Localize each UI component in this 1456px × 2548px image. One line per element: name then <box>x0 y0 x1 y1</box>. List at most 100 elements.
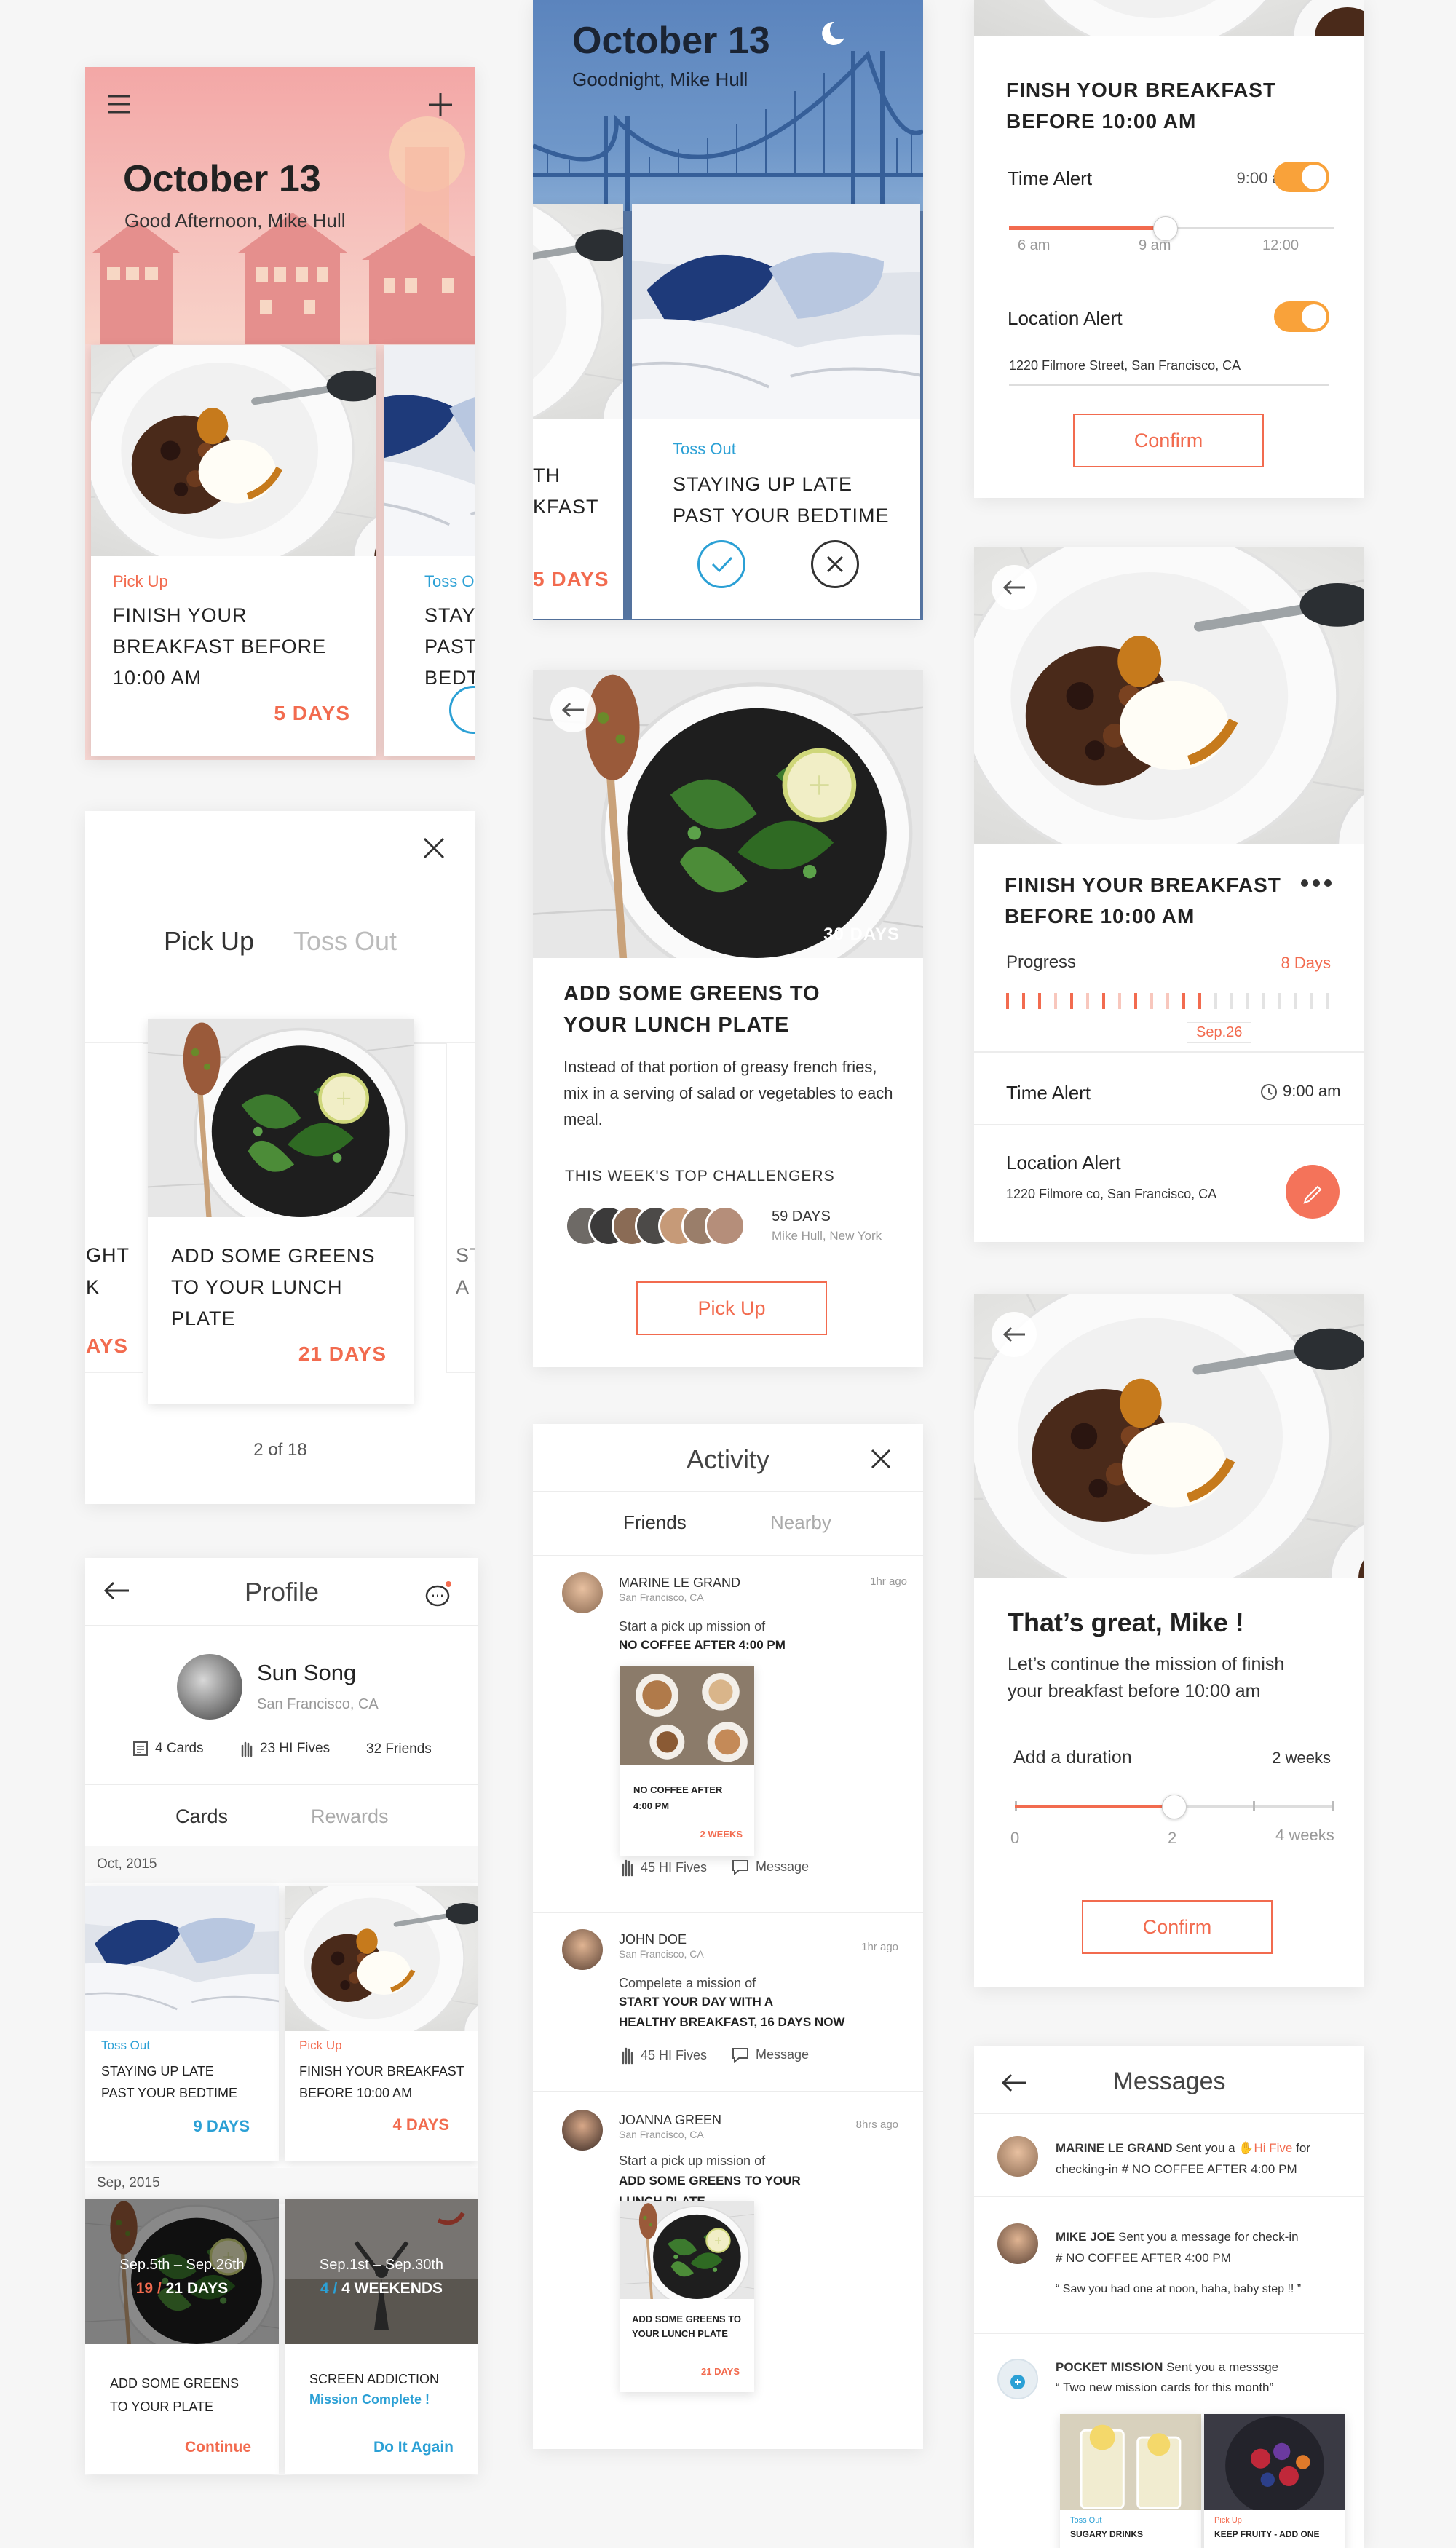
avatar[interactable] <box>997 2223 1038 2264</box>
mission-card[interactable]: Toss Out STAYING UP LATE PAST YOUR BEDTI… <box>85 1886 279 2161</box>
location-alert-label: Location Alert <box>1006 1152 1121 1174</box>
accept-button[interactable] <box>697 540 745 588</box>
tab-cards[interactable]: Cards <box>175 1805 228 1828</box>
tab-nearby[interactable]: Nearby <box>770 1511 831 1534</box>
mission-card[interactable]: ADD SOME GREENS TO YOUR lUNCH PLATE 21 D… <box>148 1019 414 1404</box>
mission-card-peek[interactable]: TH KFAST 5 DAYS <box>533 204 623 619</box>
cards-icon <box>133 1741 148 1756</box>
greeting-text: Goodnight, Mike Hull <box>572 68 748 90</box>
time-alert-label: Time Alert <box>1008 167 1093 189</box>
reject-button[interactable] <box>811 540 859 588</box>
thumbnail-title: NO COFFEE AFTER 4:00 PM <box>633 1784 723 1811</box>
user-name[interactable]: JOANNA GREEN <box>619 2113 721 2128</box>
mission-title: FINSH YOUR BREAKFAST BEFORE 10:00 AM <box>1006 79 1277 132</box>
pick-up-button[interactable]: Pick Up <box>636 1281 827 1335</box>
month-label: Oct, 2015 <box>97 1856 157 1872</box>
user-name[interactable]: JOHN DOE <box>619 1932 687 1947</box>
continue-link[interactable]: Continue <box>185 2439 251 2456</box>
address-field[interactable]: 1220 Filmore Street, San Francisco, CA <box>1009 358 1329 386</box>
mission-card[interactable]: Toss Out STAYING UP LATE PAST YOUR BEDTI… <box>632 204 920 619</box>
message-item[interactable]: MIKE JOE Sent you a message for check-in… <box>974 2196 1364 2312</box>
tab-rewards[interactable]: Rewards <box>311 1805 389 1828</box>
challengers-label: THIS WEEK'S TOP CHALLENGERS <box>565 1168 835 1184</box>
location-alert-toggle[interactable] <box>1274 301 1329 332</box>
mission-card[interactable]: Sep.1st – Sep.30th 4 / 4 WEEKENDS SCREEN… <box>285 2199 478 2474</box>
slider-knob[interactable] <box>1162 1795 1187 1819</box>
message-item[interactable]: MARINE LE GRAND Sent you a ✋Hi Five for … <box>974 2113 1364 2196</box>
avatar[interactable] <box>177 1654 242 1720</box>
duration-slider[interactable] <box>1015 1795 1334 1826</box>
mission-card[interactable]: Pick Up FINISH YOUR BREAKFAST BEFORE 10:… <box>285 1886 478 2161</box>
back-button[interactable] <box>550 687 596 732</box>
tab-friends[interactable]: Friends <box>623 1511 687 1534</box>
activity-item[interactable]: JOHN DOE San Francisco, CA 1hr ago Compe… <box>533 1912 923 2094</box>
tab-pick-up[interactable]: Pick Up <box>164 926 254 957</box>
challenger-avatars[interactable] <box>565 1206 761 1249</box>
avatar[interactable] <box>562 1572 603 1613</box>
card-tag: Pick Up <box>113 572 168 590</box>
tick-label: 9 am <box>1139 237 1171 253</box>
breakfast-photo <box>91 345 376 556</box>
message-item[interactable]: POCKET MISSION Sent you a messsge “ Two … <box>974 2333 1364 2548</box>
mission-thumbnail[interactable]: Toss Out SUGARY DRINKS <box>1060 2414 1201 2548</box>
avatar[interactable] <box>562 1929 603 1970</box>
sender-name: POCKET MISSION <box>1056 2360 1163 2374</box>
edit-location-button[interactable] <box>1286 1165 1340 1219</box>
pager-indicator: 2 of 18 <box>253 1440 307 1460</box>
home-day-screen: October 13 Good Afternoon, Mike Hull Pic… <box>85 67 475 760</box>
close-icon <box>826 555 844 573</box>
message-button[interactable]: Message <box>731 2046 809 2063</box>
confirm-button[interactable]: Confirm <box>1073 414 1264 467</box>
do-it-again-link[interactable]: Do It Again <box>373 2439 454 2456</box>
thumbnail-days: 2 WEEKS <box>700 1829 743 1840</box>
confirm-button[interactable]: Confirm <box>1082 1900 1273 1954</box>
mission-card[interactable]: Pick Up FINISH YOUR BREAKFAST BEFORE 10:… <box>91 345 376 756</box>
mission-thumbnail[interactable]: Pick Up KEEP FRUITY - ADD ONE <box>1204 2414 1345 2548</box>
activity-highlight: START YOUR DAY WITH A <box>619 1995 774 2009</box>
friends-stat[interactable]: 32 Friends <box>366 1741 432 1757</box>
message-button[interactable]: Message <box>731 1858 809 1875</box>
card-title-fragment-2: A FR <box>456 1276 475 1298</box>
menu-icon[interactable] <box>107 93 132 115</box>
hand-icon <box>241 1741 253 1757</box>
activity-item[interactable]: JOANNA GREEN San Francisco, CA 8hrs ago … <box>533 2091 923 2448</box>
profile-screen: Profile Sun Song San Francisco, CA 4 Car… <box>85 1558 478 2475</box>
close-icon[interactable] <box>869 1447 893 1471</box>
card-tag: Pick Up <box>299 2038 342 2052</box>
mission-thumbnail[interactable]: NO COFFEE AFTER 4:00 PM 2 WEEKS <box>620 1666 754 1856</box>
hi-five-button[interactable]: 45 HI Fives <box>619 2046 707 2065</box>
mission-progress-screen: FINISH YOUR BREAKFAST BEFORE 10:00 AM Pr… <box>974 547 1364 1242</box>
thumbnail-title: ADD SOME GREENS TO YOUR LUNCH PLATE <box>632 2314 742 2339</box>
avatar[interactable] <box>997 2136 1038 2177</box>
congrats-text: Let’s continue the mission of finish you… <box>1008 1654 1285 1701</box>
mission-detail-screen: 30 DAYS ADD SOME GREENS TO YOUR LUNCH PL… <box>533 670 923 1367</box>
hi-fives-stat[interactable]: 23 HI Fives <box>238 1740 330 1757</box>
bed-photo <box>85 1886 279 2031</box>
user-name[interactable]: MARINE LE GRAND <box>619 1575 740 1591</box>
mission-card-peek[interactable]: GHT K AYS <box>85 1042 143 1373</box>
mission-card-peek[interactable]: STA A FR <box>446 1042 475 1373</box>
more-icon[interactable] <box>1300 878 1332 888</box>
back-button[interactable] <box>992 1312 1037 1357</box>
close-icon[interactable] <box>422 836 446 860</box>
add-icon[interactable] <box>427 92 454 118</box>
activity-screen: Activity Friends Nearby MARINE LE GRAND … <box>533 1424 923 2449</box>
mission-thumbnail[interactable]: ADD SOME GREENS TO YOUR LUNCH PLATE 21 D… <box>620 2201 754 2392</box>
message-quote: “ Two new mission cards for this month” <box>1056 2381 1274 2394</box>
activity-item[interactable]: MARINE LE GRAND San Francisco, CA 1hr ag… <box>533 1555 923 1883</box>
cards-stat[interactable]: 4 Cards <box>132 1740 204 1757</box>
time-alert-toggle[interactable] <box>1274 162 1329 192</box>
back-arrow-icon <box>1002 1326 1025 1342</box>
avatar[interactable] <box>997 2359 1038 2399</box>
mission-card[interactable]: Sep.5th – Sep.26th 19 / 21 DAYS ADD SOME… <box>85 2199 279 2474</box>
avatar[interactable] <box>705 1206 745 1246</box>
hi-five-button[interactable]: 45 HI Fives <box>619 1858 707 1877</box>
back-button[interactable] <box>992 565 1037 610</box>
avatar[interactable] <box>562 2110 603 2151</box>
tab-toss-out[interactable]: Toss Out <box>293 926 397 957</box>
thumbnail-days: 21 DAYS <box>701 2366 740 2377</box>
chat-icon[interactable] <box>424 1580 454 1609</box>
mission-card-peek[interactable]: Toss Out STAYING UP LATE PAST YOUR BEDTI… <box>384 345 475 756</box>
mission-description: Instead of that portion of greasy french… <box>563 1058 893 1128</box>
divider <box>974 1124 1364 1125</box>
